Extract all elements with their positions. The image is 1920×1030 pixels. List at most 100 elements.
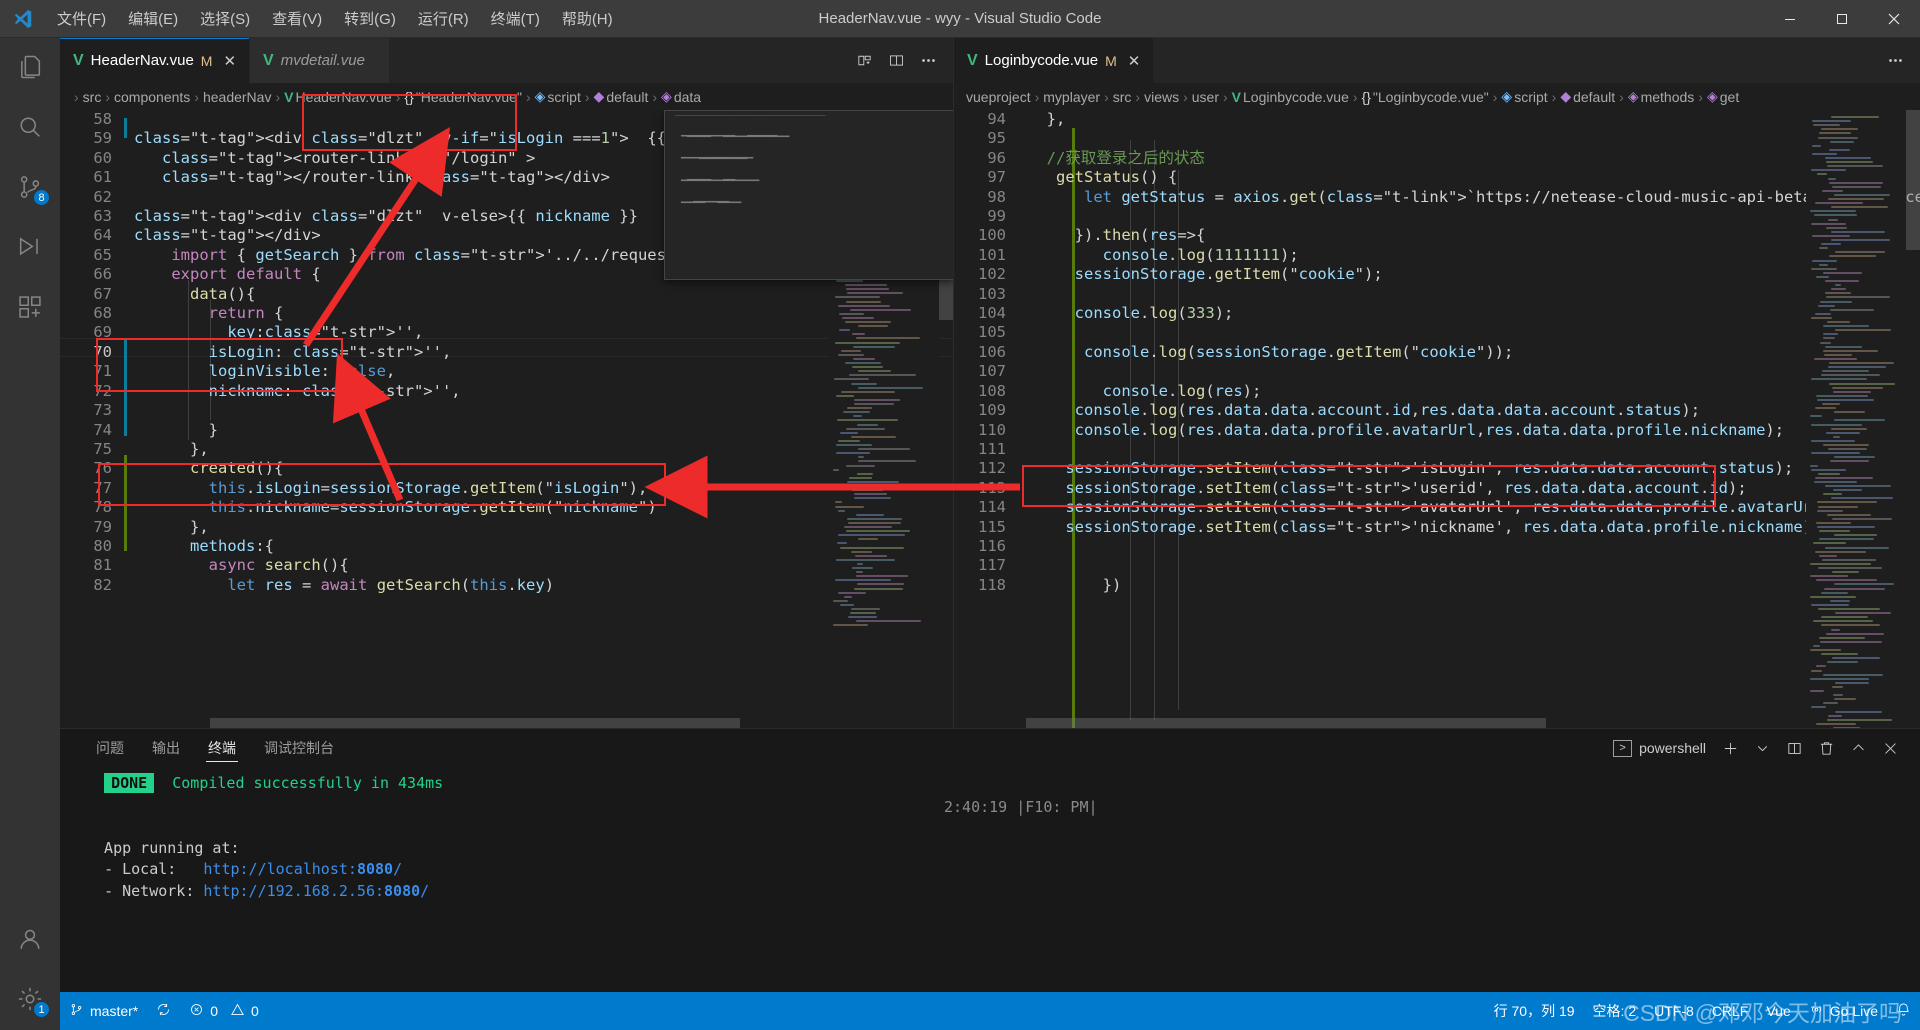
activity-manage[interactable]: 1: [0, 970, 60, 1030]
breadcrumb-item[interactable]: headerNav: [203, 89, 272, 105]
window-controls[interactable]: [1764, 0, 1920, 37]
status-notifications[interactable]: [1887, 1002, 1920, 1020]
breadcrumb-item[interactable]: script: [547, 89, 580, 105]
breadcrumb-item[interactable]: HeaderNav.vue: [295, 89, 391, 105]
breadcrumb-item[interactable]: data: [674, 89, 701, 105]
panel-tab-debug-console[interactable]: 调试控制台: [250, 729, 348, 767]
close-panel-icon[interactable]: [1876, 734, 1904, 762]
activity-accounts[interactable]: [0, 910, 60, 970]
kill-terminal-icon[interactable]: [1812, 734, 1840, 762]
editor-group-left: V HeaderNav.vue M ✕ V mvdetail.vue › src…: [60, 38, 954, 728]
tab-label: mvdetail.vue: [280, 52, 365, 69]
tab-mvdetail-vue[interactable]: V mvdetail.vue: [250, 38, 391, 83]
horizontal-scrollbar[interactable]: [1026, 718, 1546, 728]
code-text-right[interactable]: 94 }, 95 96 //获取登录之后的状态 97 getStatus() {…: [954, 110, 1920, 595]
status-bar[interactable]: master* 0 0 行 70，列 19 空格: 2 UTF-8 CRLF V…: [60, 992, 1920, 1030]
status-encoding[interactable]: UTF-8: [1645, 1003, 1703, 1019]
menu-help[interactable]: 帮助(H): [551, 0, 624, 37]
split-terminal-icon[interactable]: [1780, 734, 1808, 762]
breadcrumb-item[interactable]: components: [114, 89, 190, 105]
activity-bar[interactable]: 8 1: [0, 38, 60, 1030]
maximize-panel-icon[interactable]: [1844, 734, 1872, 762]
panel-actions[interactable]: > powershell: [1607, 734, 1920, 762]
menu-run[interactable]: 运行(R): [407, 0, 480, 37]
add-terminal-icon[interactable]: [1716, 734, 1744, 762]
panel-tab-output[interactable]: 输出: [138, 729, 194, 767]
breadcrumb-item[interactable]: get: [1720, 89, 1739, 105]
breadcrumb-item[interactable]: "HeaderNav.vue": [416, 89, 522, 105]
terminal-selector[interactable]: > powershell: [1607, 739, 1712, 757]
editor-actions-right[interactable]: [1870, 38, 1920, 83]
activity-source-control[interactable]: 8: [0, 158, 60, 218]
more-actions-icon[interactable]: [1882, 48, 1908, 74]
tab-close-icon[interactable]: ✕: [223, 52, 236, 70]
breadcrumb-item[interactable]: Loginbycode.vue: [1243, 89, 1349, 105]
menu-edit[interactable]: 编辑(E): [117, 0, 189, 37]
more-actions-icon[interactable]: [915, 48, 941, 74]
breadcrumb-item[interactable]: vueproject: [966, 89, 1031, 105]
status-cursor-position[interactable]: 行 70，列 19: [1485, 1001, 1584, 1021]
editor-content-right[interactable]: 94 }, 95 96 //获取登录之后的状态 97 getStatus() {…: [954, 110, 1920, 728]
panel-tab-problems[interactable]: 问题: [82, 729, 138, 767]
editor-content-left[interactable]: 58 59 class="t-tag"><div class="dlzt" v-i…: [60, 110, 953, 728]
menu-go[interactable]: 转到(G): [333, 0, 407, 37]
editor-hover-widget[interactable]: ‾‾‾‾‾‾‾‾‾‾‾‾‾‾‾‾‾‾‾‾‾‾‾‾‾ ▁▁▁▁▁▁▁▁▁ ▁▁▁▁…: [664, 110, 953, 280]
tab-headernav-vue[interactable]: V HeaderNav.vue M ✕: [60, 38, 251, 83]
go-live-label: Go Live: [1829, 1003, 1878, 1019]
terminal-output[interactable]: DONE Compiled successfully in 434ms App …: [60, 767, 1920, 992]
layout-icon[interactable]: [883, 48, 909, 74]
breadcrumb-item[interactable]: src: [1113, 89, 1132, 105]
status-sync[interactable]: [147, 992, 180, 1030]
breadcrumb-item[interactable]: "Loginbycode.vue": [1373, 89, 1489, 105]
minimap-right[interactable]: [1806, 110, 1906, 728]
tab-close-icon[interactable]: ✕: [1128, 52, 1141, 70]
bell-icon: [1896, 1002, 1911, 1020]
status-indentation[interactable]: 空格: 2: [1584, 1001, 1646, 1021]
chevron-down-icon[interactable]: [1748, 734, 1776, 762]
activity-search[interactable]: [0, 98, 60, 158]
activity-explorer[interactable]: [0, 38, 60, 98]
breadcrumb-item[interactable]: src: [83, 89, 102, 105]
tab-dirty-indicator: M: [1105, 52, 1117, 69]
sync-icon: [156, 1002, 171, 1020]
menu-terminal[interactable]: 终端(T): [480, 0, 551, 37]
menu-selection[interactable]: 选择(S): [189, 0, 261, 37]
breadcrumb-item[interactable]: user: [1192, 89, 1219, 105]
terminal-text: DONE Compiled successfully in 434ms App …: [104, 773, 444, 900]
panel-tab-terminal[interactable]: 终端: [194, 729, 250, 767]
menu-view[interactable]: 查看(V): [261, 0, 333, 37]
breadcrumb-item[interactable]: script: [1514, 89, 1547, 105]
terminal-timestamp: 2:40:19 |F10: PM|: [944, 798, 1098, 816]
menu-file[interactable]: 文件(F): [46, 0, 117, 37]
breadcrumb-item[interactable]: methods: [1641, 89, 1695, 105]
activity-extensions[interactable]: [0, 278, 60, 338]
module-icon: ◈: [534, 88, 546, 104]
breadcrumb-item[interactable]: default: [1573, 89, 1615, 105]
status-language-mode[interactable]: Vue: [1757, 1003, 1799, 1019]
tab-loginbycode-vue[interactable]: V Loginbycode.vue M ✕: [954, 38, 1155, 83]
status-eol[interactable]: CRLF: [1703, 1003, 1758, 1019]
split-editor-icon[interactable]: [851, 48, 877, 74]
vertical-scrollbar-right[interactable]: [1906, 110, 1920, 250]
method-icon: ◈: [1627, 88, 1639, 104]
breadcrumb-right[interactable]: vueproject › myplayer › src › views › us…: [954, 83, 1920, 110]
status-go-live[interactable]: Go Live: [1800, 1002, 1887, 1020]
status-problems[interactable]: 0 0: [180, 992, 268, 1030]
breadcrumb-item[interactable]: myplayer: [1043, 89, 1100, 105]
field-icon: ◆: [593, 88, 605, 104]
breadcrumb-item[interactable]: default: [606, 89, 648, 105]
minimize-button[interactable]: [1764, 0, 1816, 37]
horizontal-scrollbar[interactable]: [210, 718, 740, 728]
status-branch[interactable]: master*: [60, 992, 147, 1030]
terminal-name: powershell: [1639, 740, 1706, 756]
breadcrumb-left[interactable]: › src › components › headerNav › V Heade…: [60, 83, 953, 110]
breadcrumb-item[interactable]: views: [1144, 89, 1179, 105]
menu-bar[interactable]: 文件(F) 编辑(E) 选择(S) 查看(V) 转到(G) 运行(R) 终端(T…: [46, 0, 624, 37]
activity-run-debug[interactable]: [0, 218, 60, 278]
broadcast-icon: [1809, 1002, 1824, 1020]
close-button[interactable]: [1868, 0, 1920, 37]
maximize-button[interactable]: [1816, 0, 1868, 37]
vscode-logo-icon: [0, 8, 46, 30]
panel-tab-bar[interactable]: 问题 输出 终端 调试控制台 > powershell: [60, 729, 1920, 767]
editor-actions-left[interactable]: [839, 38, 953, 83]
